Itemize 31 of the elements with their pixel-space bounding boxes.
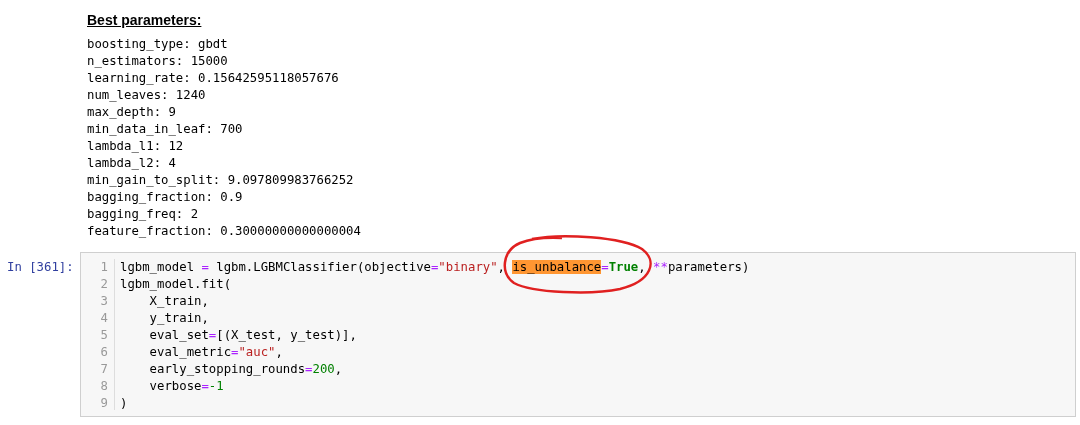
line-number: 6 — [100, 344, 109, 361]
output-line: bagging_freq: 2 — [87, 206, 199, 223]
code-line: verbose=-1 — [148, 378, 224, 395]
code-line: lgbm_model.fit( — [120, 276, 232, 293]
line-number: 4 — [100, 310, 109, 327]
output-line: num_leaves: 1240 — [87, 87, 206, 104]
code-line: early_stopping_rounds=200, — [148, 361, 343, 378]
line-number: 3 — [100, 293, 109, 310]
output-line: min_gain_to_split: 9.097809983766252 — [87, 172, 354, 189]
line-number: 9 — [100, 395, 109, 412]
line-number: 5 — [100, 327, 109, 344]
code-line: eval_metric="auc", — [148, 344, 283, 361]
code-line: X_train, — [148, 293, 209, 310]
output-line: boosting_type: gbdt — [87, 36, 228, 53]
output-line: max_depth: 9 — [87, 104, 176, 121]
code-line: ) — [120, 395, 128, 412]
output-line: n_estimators: 15000 — [87, 53, 228, 70]
line-number: 1 — [100, 259, 109, 276]
line-number: 7 — [100, 361, 109, 378]
output-line: feature_fraction: 0.30000000000000004 — [87, 223, 361, 240]
line-number: 2 — [100, 276, 109, 293]
output-line: lambda_l1: 12 — [87, 138, 184, 155]
line-number: 8 — [100, 378, 109, 395]
cell-prompt: In [361]: — [6, 259, 75, 274]
code-line: y_train, — [148, 310, 209, 327]
output-line: lambda_l2: 4 — [87, 155, 176, 172]
output-line: min_data_in_leaf: 700 — [87, 121, 243, 138]
output-heading: Best parameters: — [87, 12, 202, 28]
code-line: eval_set=[(X_test, y_test)], — [148, 327, 357, 344]
output-line: learning_rate: 0.15642595118057676 — [87, 70, 339, 87]
output-line: bagging_fraction: 0.9 — [87, 189, 243, 206]
